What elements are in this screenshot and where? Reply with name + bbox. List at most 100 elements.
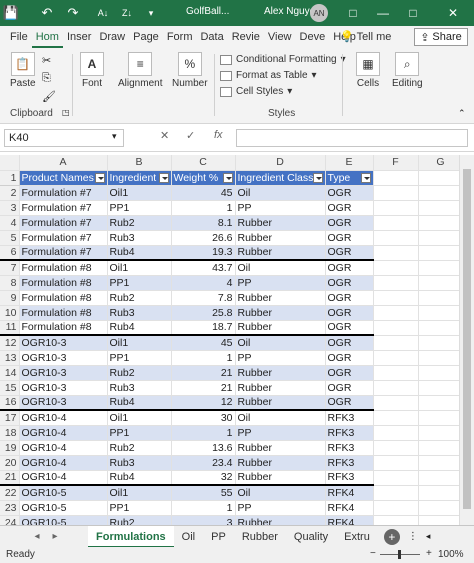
cell[interactable] <box>373 275 419 291</box>
table-cell[interactable]: Rubber <box>235 305 326 321</box>
zoom-slider-thumb[interactable] <box>398 550 401 559</box>
alignment-button[interactable]: ≡ Alignment <box>118 52 162 89</box>
cell[interactable] <box>373 200 419 216</box>
table-cell[interactable]: OGR10-3 <box>19 380 108 396</box>
cell[interactable] <box>418 515 464 525</box>
table-cell[interactable]: Formulation #7 <box>19 200 108 216</box>
table-cell[interactable]: Formulation #8 <box>19 259 108 276</box>
row-header[interactable]: 7 <box>0 259 20 276</box>
cell[interactable] <box>418 290 464 306</box>
cancel-icon[interactable]: ✕ <box>160 129 169 142</box>
table-cell[interactable]: Rub3 <box>107 455 172 471</box>
font-button[interactable]: A Font <box>80 52 104 89</box>
table-cell[interactable]: 4 <box>171 275 236 291</box>
table-cell[interactable]: OGR <box>325 200 374 216</box>
cell[interactable] <box>373 515 419 525</box>
tab-developer[interactable]: Deve <box>296 26 330 48</box>
table-cell[interactable]: OGR10-4 <box>19 425 108 441</box>
tab-home[interactable]: Hom <box>31 26 63 48</box>
sheet-tab-oil[interactable]: Oil <box>174 526 203 548</box>
select-all-corner[interactable] <box>0 155 20 171</box>
row-header[interactable]: 13 <box>0 350 20 366</box>
table-cell[interactable]: OGR10-5 <box>19 500 108 516</box>
table-cell[interactable]: Rubber <box>235 290 326 306</box>
row-header[interactable]: 23 <box>0 500 20 516</box>
filter-dropdown-icon[interactable] <box>312 172 323 183</box>
table-cell[interactable]: Rub2 <box>107 365 172 381</box>
cell[interactable] <box>373 455 419 471</box>
table-cell[interactable]: PP1 <box>107 350 172 366</box>
column-header[interactable]: C <box>171 155 236 171</box>
table-cell[interactable]: OGR <box>325 230 374 246</box>
table-cell[interactable]: Rubber <box>235 395 326 411</box>
cell[interactable] <box>373 305 419 321</box>
table-cell[interactable]: Rubber <box>235 230 326 246</box>
cell[interactable] <box>418 380 464 396</box>
table-cell[interactable]: Rubber <box>235 515 326 525</box>
table-cell[interactable]: Rubber <box>235 215 326 231</box>
table-cell[interactable]: Rub3 <box>107 380 172 396</box>
row-header[interactable]: 4 <box>0 215 20 231</box>
sort-asc-icon[interactable]: A↓ <box>92 0 114 26</box>
table-cell[interactable]: 21 <box>171 380 236 396</box>
undo-icon[interactable]: ↶ <box>36 0 58 26</box>
row-header[interactable]: 22 <box>0 484 20 501</box>
format-as-table-button[interactable]: Format as Table ▾ <box>220 70 317 81</box>
row-header[interactable]: 3 <box>0 200 20 216</box>
table-cell[interactable]: 23.4 <box>171 455 236 471</box>
table-cell[interactable]: Oil <box>235 185 326 201</box>
table-cell[interactable]: Oil <box>235 334 326 351</box>
cell[interactable] <box>418 305 464 321</box>
cell[interactable] <box>418 185 464 201</box>
close-icon[interactable]: ✕ <box>440 0 466 26</box>
table-cell[interactable]: PP1 <box>107 275 172 291</box>
clipboard-launcher-icon[interactable]: ◳ <box>62 108 70 117</box>
cell[interactable] <box>373 245 419 261</box>
table-cell[interactable]: 12 <box>171 395 236 411</box>
cell[interactable] <box>418 455 464 471</box>
table-cell[interactable]: Rubber <box>235 320 326 336</box>
table-cell[interactable]: Rub4 <box>107 395 172 411</box>
cut-icon[interactable]: ✂ <box>42 54 51 67</box>
cell[interactable] <box>418 200 464 216</box>
row-header[interactable]: 19 <box>0 440 20 456</box>
cell[interactable] <box>418 320 464 336</box>
table-cell[interactable]: Rubber <box>235 455 326 471</box>
zoom-out-icon[interactable]: − <box>370 548 376 559</box>
cell-styles-button[interactable]: Cell Styles ▾ <box>220 86 292 97</box>
sheet-tab-rubber[interactable]: Rubber <box>234 526 286 548</box>
sheet-tab-quality[interactable]: Quality <box>286 526 336 548</box>
table-cell[interactable]: PP <box>235 275 326 291</box>
cell[interactable] <box>373 470 419 486</box>
row-header[interactable]: 10 <box>0 305 20 321</box>
cell[interactable] <box>373 500 419 516</box>
table-cell[interactable]: RFK4 <box>325 484 374 501</box>
prev-sheet-icon[interactable]: ◂ <box>28 531 46 542</box>
table-cell[interactable]: Rub2 <box>107 440 172 456</box>
cell[interactable] <box>373 395 419 411</box>
cell[interactable] <box>373 320 419 336</box>
cell[interactable] <box>418 275 464 291</box>
row-header[interactable]: 12 <box>0 334 20 351</box>
table-cell[interactable]: 45 <box>171 334 236 351</box>
row-header[interactable]: 11 <box>0 320 20 336</box>
minimize-icon[interactable]: — <box>370 0 396 26</box>
save-icon[interactable]: ▣ <box>0 0 22 26</box>
table-cell[interactable]: Rub2 <box>107 515 172 525</box>
column-header[interactable]: G <box>418 155 464 171</box>
tell-me-box[interactable]: 💡 Tell me <box>340 26 391 48</box>
scrollbar-thumb[interactable] <box>463 169 471 509</box>
cell[interactable] <box>373 335 419 351</box>
qat-more-icon[interactable]: ▾ <box>140 0 162 26</box>
row-header[interactable]: 9 <box>0 290 20 306</box>
sheet-tab-pp[interactable]: PP <box>203 526 234 548</box>
table-cell[interactable]: 43.7 <box>171 259 236 276</box>
table-cell[interactable]: OGR <box>325 305 374 321</box>
cell[interactable] <box>373 290 419 306</box>
table-cell[interactable]: 21 <box>171 365 236 381</box>
table-cell[interactable]: Rubber <box>235 365 326 381</box>
row-header[interactable]: 5 <box>0 230 20 246</box>
zoom-in-icon[interactable]: + <box>426 548 432 559</box>
table-cell[interactable]: 8.1 <box>171 215 236 231</box>
cell[interactable] <box>373 485 419 501</box>
